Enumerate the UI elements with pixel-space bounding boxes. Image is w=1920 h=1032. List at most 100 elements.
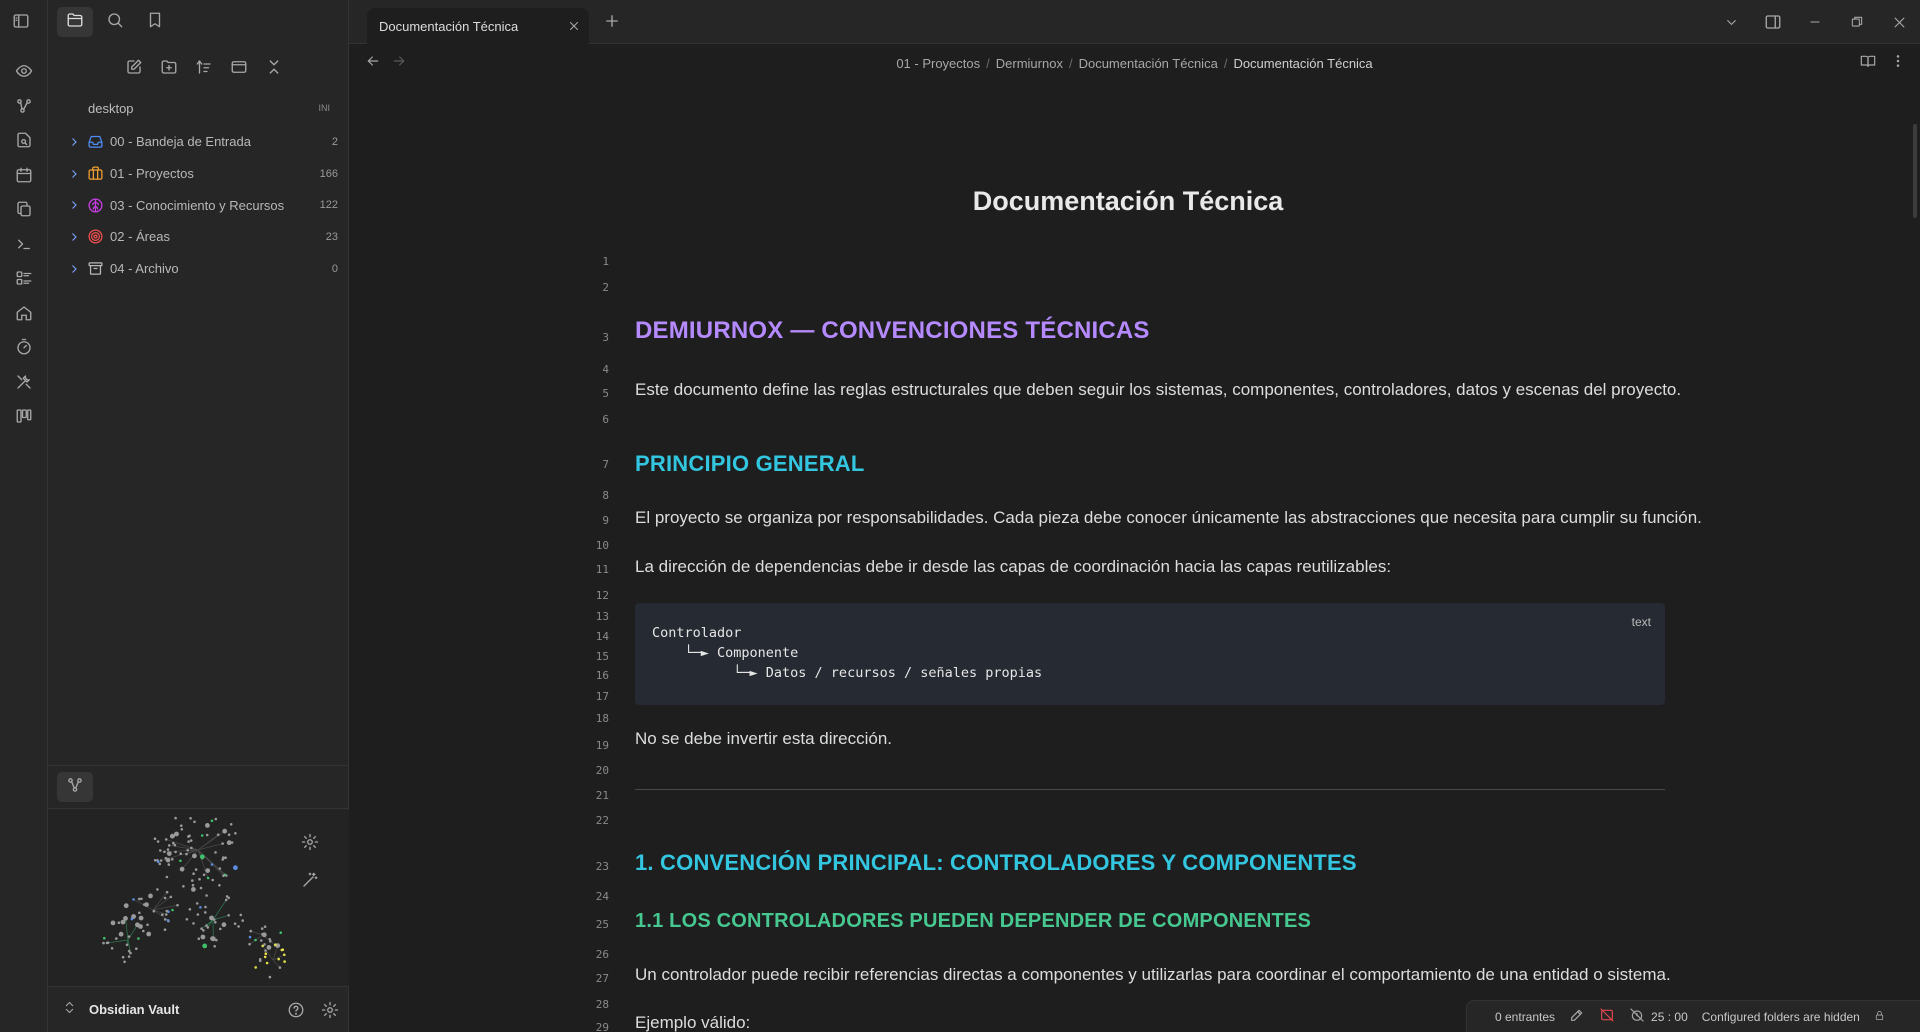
graph-node[interactable] — [280, 948, 284, 952]
chevron-right-icon[interactable] — [64, 136, 84, 148]
graph-node[interactable] — [165, 890, 169, 894]
graph-node[interactable] — [166, 919, 170, 922]
graph-node[interactable] — [263, 925, 267, 928]
graph-node[interactable] — [179, 852, 182, 855]
graph-node[interactable] — [221, 842, 224, 845]
graph-node[interactable] — [143, 903, 146, 906]
graph-node[interactable] — [195, 902, 199, 905]
folder-item-conocimiento[interactable]: 03 - Conocimiento y Recursos 122 — [64, 189, 344, 221]
paragraph-organiza[interactable]: El proyecto se organiza por responsabili… — [635, 508, 1702, 528]
folder-item-archivo[interactable]: 04 - Archivo 0 — [64, 253, 344, 285]
graph-node[interactable] — [123, 903, 129, 909]
new-tab-button[interactable] — [601, 12, 623, 34]
breadcrumb-item[interactable]: 01 - Proyectos — [896, 56, 980, 71]
graph-node[interactable] — [192, 872, 195, 875]
graph-node[interactable] — [152, 909, 156, 913]
graph-node[interactable] — [222, 856, 225, 859]
graph-node[interactable] — [161, 913, 164, 916]
paragraph-invertir[interactable]: No se debe invertir esta dirección. — [635, 729, 892, 749]
tab-files[interactable] — [57, 7, 93, 37]
graph-node[interactable] — [135, 947, 138, 950]
graph-node[interactable] — [233, 922, 237, 925]
graph-node[interactable] — [233, 865, 238, 871]
graph-node[interactable] — [254, 966, 257, 969]
graph-node[interactable] — [171, 857, 174, 861]
chevrons-up-down-icon[interactable] — [62, 1000, 77, 1020]
graph-node[interactable] — [263, 955, 267, 959]
graph-node[interactable] — [127, 955, 131, 958]
collapse-all-icon[interactable] — [265, 52, 283, 82]
graph-node[interactable] — [263, 943, 266, 946]
folder-item-areas[interactable]: 02 - Áreas 23 — [64, 221, 344, 253]
graph-node[interactable] — [204, 905, 207, 909]
graph-node[interactable] — [132, 898, 135, 901]
graph-node[interactable] — [210, 863, 214, 866]
backlinks-count[interactable]: 0 entrantes — [1495, 1010, 1555, 1024]
graph-node[interactable] — [205, 894, 208, 897]
graph-node[interactable] — [110, 920, 116, 926]
graph-node[interactable] — [167, 844, 171, 847]
graph-node[interactable] — [213, 945, 216, 948]
graph-node[interactable] — [197, 937, 201, 940]
graph-node[interactable] — [166, 851, 172, 856]
graph-node[interactable] — [165, 875, 169, 879]
graph-node[interactable] — [174, 831, 179, 837]
hidden-folders-notice[interactable]: Configured folders are hidden — [1702, 1010, 1860, 1024]
graph-node[interactable] — [237, 925, 240, 928]
graph-node[interactable] — [153, 837, 157, 840]
graph-node[interactable] — [258, 959, 262, 963]
graph-node[interactable] — [179, 859, 182, 863]
paragraph-intro[interactable]: Este documento define las reglas estruct… — [635, 380, 1681, 400]
graph-node[interactable] — [142, 929, 145, 933]
graph-node[interactable] — [159, 849, 162, 852]
graph-node[interactable] — [193, 820, 196, 824]
graph-node[interactable] — [266, 945, 272, 950]
graph-node[interactable] — [227, 833, 231, 836]
graph-node[interactable] — [261, 932, 264, 936]
graph-node[interactable] — [204, 911, 207, 914]
graph-node[interactable] — [227, 896, 230, 900]
heading-1[interactable]: DEMIURNOX — CONVENCIONES TÉCNICAS — [635, 317, 1150, 345]
help-icon[interactable] — [281, 995, 311, 1025]
graph-node[interactable] — [173, 843, 177, 847]
eye-icon[interactable] — [0, 54, 48, 89]
graph-node[interactable] — [106, 941, 110, 944]
graph-node[interactable] — [264, 949, 267, 952]
graph-node[interactable] — [169, 895, 173, 899]
graph-node[interactable] — [182, 885, 185, 888]
paragraph-direccion[interactable]: La dirección de dependencias debe ir des… — [635, 557, 1391, 577]
graph-icon[interactable] — [0, 89, 48, 124]
graph-node[interactable] — [202, 943, 208, 949]
vault-root-folder[interactable]: desktop INI — [88, 99, 338, 117]
graph-node[interactable] — [103, 936, 106, 940]
chevron-right-icon[interactable] — [64, 168, 84, 180]
vault-name[interactable]: Obsidian Vault — [89, 1002, 281, 1017]
tab-bookmarks[interactable] — [137, 7, 173, 37]
breadcrumb-item[interactable]: Documentación Técnica — [1079, 56, 1218, 71]
graph-node[interactable] — [216, 833, 220, 836]
graph-node[interactable] — [274, 943, 277, 946]
folder-item-inbox[interactable]: 00 - Bandeja de Entrada 2 — [64, 126, 344, 158]
close-window-icon[interactable] — [1878, 0, 1920, 44]
new-folder-icon[interactable] — [160, 52, 178, 82]
tab-search[interactable] — [97, 7, 133, 37]
graph-node[interactable] — [278, 966, 282, 969]
graph-node[interactable] — [185, 852, 188, 856]
graph-node[interactable] — [138, 911, 141, 915]
graph-node[interactable] — [135, 922, 140, 928]
graph-node[interactable] — [249, 929, 253, 933]
graph-node[interactable] — [188, 908, 192, 911]
sort-icon[interactable] — [195, 52, 213, 82]
graph-node[interactable] — [260, 939, 263, 942]
graph-node[interactable] — [127, 935, 131, 938]
code-content[interactable]: Controlador └─► Componente └─► Datos / r… — [652, 623, 1042, 683]
graph-node[interactable] — [156, 840, 160, 843]
graph-node[interactable] — [129, 951, 132, 955]
graph-node[interactable] — [180, 824, 183, 827]
graph-node[interactable] — [187, 840, 190, 843]
breadcrumb-item[interactable]: Documentación Técnica — [1233, 56, 1372, 71]
graph-node[interactable] — [279, 931, 282, 934]
graph-node[interactable] — [210, 915, 214, 919]
checklist-icon[interactable] — [0, 261, 48, 296]
graph-node[interactable] — [205, 823, 210, 828]
